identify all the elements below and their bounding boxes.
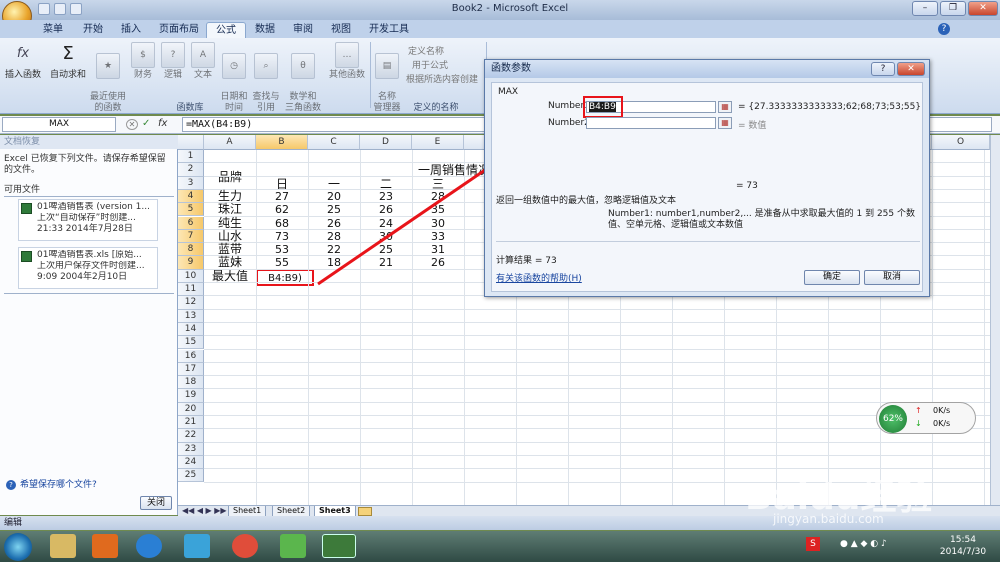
number2-result: = 数值 [738,121,767,131]
media-player-icon[interactable] [92,534,118,558]
internet-explorer-icon[interactable] [136,534,162,558]
function-name-label: MAX [498,87,519,97]
result-preview: = 73 [736,181,758,191]
collapse-dialog-icon[interactable]: ▦ [718,101,732,113]
watermark-url: jingyan.baidu.com [773,512,884,526]
browser-icon[interactable] [232,534,258,558]
collapse-dialog-icon[interactable]: ▦ [718,117,732,129]
function-help-link[interactable]: 有关该函数的帮助(H) [496,271,582,284]
ok-button[interactable]: 确定 [804,270,860,285]
network-speed-widget[interactable]: 62% ↑ 0K/s ↓ 0K/s [876,402,976,434]
clock[interactable]: 15:54 2014/7/30 [930,534,996,558]
argument-help: Number1: number1,number2,... 是准备从中求取最大值的… [608,209,915,230]
ime-icon[interactable]: S [806,537,820,551]
explorer-icon[interactable] [50,534,76,558]
number2-input[interactable] [586,117,716,129]
tray-icons[interactable]: ● ▲ ◆ ◐ ♪ [840,539,920,551]
dialog-close-button[interactable]: ✕ [897,62,925,76]
number1-result: = {27.3333333333333;62;68;73;53;55} [738,102,922,112]
download-arrow-icon: ↓ [915,419,922,428]
function-description: 返回一组数值中的最大值，忽略逻辑值及文本 [496,196,677,206]
bird-app-icon[interactable] [184,534,210,558]
clock-date: 2014/7/30 [939,547,987,557]
chat-app-icon[interactable] [280,534,306,558]
taskbar: S ● ▲ ◆ ◐ ♪ 15:54 2014/7/30 [0,531,1000,562]
dialog-title: 函数参数 [485,60,929,78]
download-speed: 0K/s [933,419,951,428]
cancel-button[interactable]: 取消 [864,270,920,285]
function-arguments-dialog: 函数参数 ? ✕ MAX Number1 B4:B9 ▦ = {27.33333… [484,59,930,297]
start-button[interactable] [4,533,32,561]
calculation-result: 计算结果 = 73 [496,256,557,266]
dialog-help-button[interactable]: ? [871,62,895,76]
upload-arrow-icon: ↑ [915,406,922,415]
number2-label: Number2 [548,118,590,128]
excel-taskbar-icon[interactable] [322,534,356,558]
dialog-body: MAX Number1 B4:B9 ▦ = {27.3333333333333;… [491,82,923,292]
upload-speed: 0K/s [933,406,951,415]
memory-percent: 62% [879,405,907,433]
number1-highlight [583,96,623,118]
clock-time: 15:54 [950,535,976,545]
